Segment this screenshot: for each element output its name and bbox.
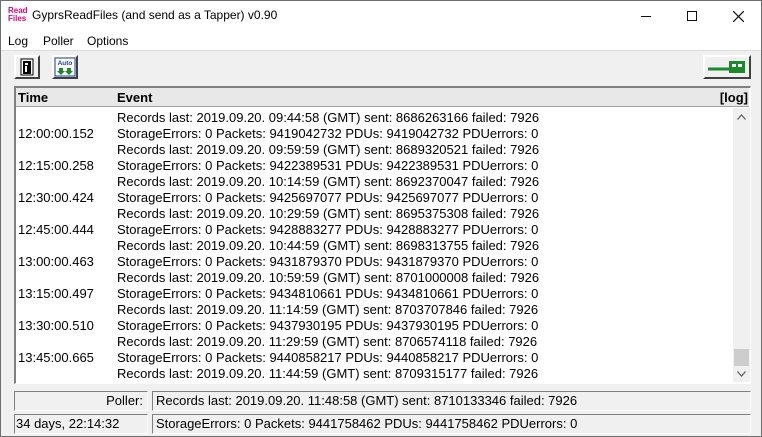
connection-status-icon: [708, 61, 745, 73]
menu-log[interactable]: Log: [8, 34, 28, 48]
row-time: 13:00:00.463: [18, 254, 94, 269]
status-poller-label: Poller:: [14, 391, 148, 411]
list-row[interactable]: 12:00:00.152 StorageErrors: 0 Packets: 94…: [16, 126, 732, 142]
row-time: 12:45:00.444: [18, 222, 94, 237]
list-row[interactable]: Records last: 2019.09.20. 11:14:59 (GMT)…: [16, 302, 732, 318]
row-time: 12:00:00.152: [18, 126, 94, 141]
app-window: Read Files GyprsReadFiles (and send as a…: [0, 0, 762, 437]
status-storage: StorageErrors: 0 Packets: 9441758462 PDU…: [152, 414, 751, 434]
column-header-time[interactable]: Time: [18, 90, 48, 105]
row-event: Records last: 2019.09.20. 10:14:59 (GMT)…: [117, 174, 540, 189]
toolbar: Auto: [1, 52, 761, 83]
close-button[interactable]: [715, 1, 761, 31]
exit-door-icon: [20, 58, 34, 76]
app-icon: Read Files: [8, 7, 28, 25]
row-event: Records last: 2019.09.20. 10:59:59 (GMT)…: [117, 270, 540, 285]
maximize-button[interactable]: [669, 1, 715, 31]
row-event: StorageErrors: 0 Packets: 9437930195 PDU…: [117, 318, 539, 333]
list-row[interactable]: 13:15:00.497 StorageErrors: 0 Packets: 94…: [16, 286, 732, 302]
row-event: Records last: 2019.09.20. 09:59:59 (GMT)…: [117, 142, 540, 157]
menu-bar: Log Poller Options: [1, 31, 761, 51]
list-row[interactable]: 13:00:00.463 StorageErrors: 0 Packets: 94…: [16, 254, 732, 270]
list-row[interactable]: Records last: 2019.09.20. 11:29:59 (GMT)…: [16, 334, 732, 350]
list-row[interactable]: 12:15:00.258 StorageErrors: 0 Packets: 94…: [16, 158, 732, 174]
row-event: Records last: 2019.09.20. 11:14:59 (GMT)…: [117, 302, 539, 317]
event-list[interactable]: Time Event [log] Records last: 2019.09.2…: [14, 86, 751, 384]
list-row[interactable]: Records last: 2019.09.20. 10:29:59 (GMT)…: [16, 206, 732, 222]
row-time: 13:45:00.665: [18, 350, 94, 365]
column-header-event[interactable]: Event: [117, 90, 152, 105]
row-time: 12:15:00.258: [18, 158, 94, 173]
exit-button[interactable]: [14, 55, 40, 79]
list-row[interactable]: Records last: 2019.09.20. 09:44:58 (GMT)…: [16, 110, 732, 126]
row-event: Records last: 2019.09.20. 11:44:59 (GMT)…: [117, 366, 539, 381]
scroll-up-button[interactable]: [733, 108, 750, 125]
row-event: Records last: 2019.09.20. 10:29:59 (GMT)…: [117, 206, 540, 221]
row-event: StorageErrors: 0 Packets: 9434810661 PDU…: [117, 286, 539, 301]
row-time: 12:30:00.424: [18, 190, 94, 205]
list-row[interactable]: Records last: 2019.09.20. 10:59:59 (GMT)…: [16, 270, 732, 286]
auto-download-icon: Auto: [54, 57, 76, 77]
menu-options[interactable]: Options: [87, 34, 128, 48]
list-row[interactable]: 13:30:00.510 StorageErrors: 0 Packets: 94…: [16, 318, 732, 334]
app-icon-line-2: Files: [8, 14, 27, 23]
maximize-icon: [687, 11, 697, 21]
connection-status-button[interactable]: [703, 55, 751, 79]
event-rows: Records last: 2019.09.20. 09:44:58 (GMT)…: [16, 110, 732, 382]
column-header-log[interactable]: [log]: [720, 90, 748, 105]
list-row[interactable]: 12:30:00.424 StorageErrors: 0 Packets: 94…: [16, 190, 732, 206]
list-row[interactable]: 13:45:00.665 StorageErrors: 0 Packets: 94…: [16, 350, 732, 366]
row-event: StorageErrors: 0 Packets: 9440858217 PDU…: [117, 350, 539, 365]
row-event: StorageErrors: 0 Packets: 9419042732 PDU…: [117, 126, 539, 141]
row-event: Records last: 2019.09.20. 11:29:59 (GMT)…: [117, 334, 538, 349]
list-row[interactable]: Records last: 2019.09.20. 11:44:59 (GMT)…: [16, 366, 732, 382]
chevron-down-icon: [737, 370, 746, 377]
window-title: GyprsReadFiles (and send as a Tapper) v0…: [32, 8, 278, 22]
auto-button[interactable]: Auto: [52, 55, 78, 79]
row-event: Records last: 2019.09.20. 10:44:59 (GMT)…: [117, 238, 540, 253]
menu-poller[interactable]: Poller: [43, 34, 74, 48]
list-header: Time Event [log]: [16, 88, 749, 107]
list-row[interactable]: Records last: 2019.09.20. 10:44:59 (GMT)…: [16, 238, 732, 254]
list-row[interactable]: Records last: 2019.09.20. 10:14:59 (GMT)…: [16, 174, 732, 190]
status-records: Records last: 2019.09.20. 11:48:58 (GMT)…: [152, 391, 751, 411]
minimize-button[interactable]: [623, 1, 669, 31]
close-icon: [732, 10, 744, 22]
minimize-icon: [641, 15, 651, 17]
scroll-down-button[interactable]: [733, 365, 750, 382]
row-event: Records last: 2019.09.20. 09:44:58 (GMT)…: [117, 110, 540, 125]
row-event: StorageErrors: 0 Packets: 9431879370 PDU…: [117, 254, 539, 269]
row-event: StorageErrors: 0 Packets: 9422389531 PDU…: [117, 158, 539, 173]
title-bar[interactable]: Read Files GyprsReadFiles (and send as a…: [1, 1, 761, 31]
row-event: StorageErrors: 0 Packets: 9425697077 PDU…: [117, 190, 539, 205]
row-time: 13:15:00.497: [18, 286, 94, 301]
row-time: 13:30:00.510: [18, 318, 94, 333]
chevron-up-icon: [737, 113, 746, 120]
list-row[interactable]: Records last: 2019.09.20. 09:59:59 (GMT)…: [16, 142, 732, 158]
scrollbar-thumb[interactable]: [734, 349, 749, 366]
status-uptime: 34 days, 22:14:32: [14, 414, 148, 434]
list-row[interactable]: 12:45:00.444 StorageErrors: 0 Packets: 94…: [16, 222, 732, 238]
auto-label: Auto: [58, 60, 73, 67]
row-event: StorageErrors: 0 Packets: 9428883277 PDU…: [117, 222, 539, 237]
vertical-scrollbar[interactable]: [733, 108, 750, 382]
